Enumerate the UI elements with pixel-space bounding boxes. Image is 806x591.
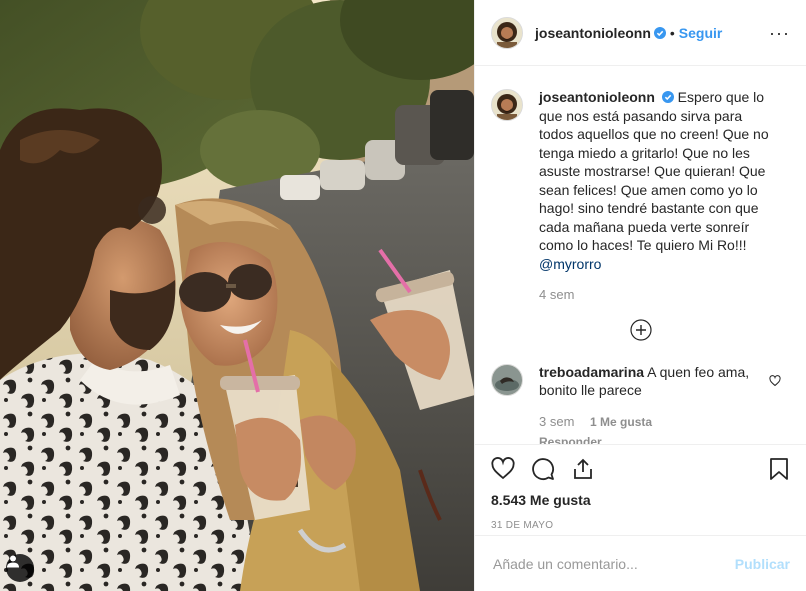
- post-actions: 8.543 Me gusta 31 DE MAYO: [475, 444, 806, 531]
- share-button[interactable]: [571, 457, 595, 481]
- publish-button[interactable]: Publicar: [735, 556, 790, 572]
- caption: joseantonioleonn Espero que lo que nos e…: [491, 88, 790, 305]
- caption-time[interactable]: 4 sem: [539, 286, 779, 305]
- post-date[interactable]: 31 DE MAYO: [491, 520, 790, 531]
- heart-icon: [491, 457, 515, 480]
- post-photo[interactable]: [0, 0, 474, 591]
- comment-meta: 3 sem 1 Me gusta: [539, 413, 779, 432]
- comment-like-heart-icon[interactable]: [769, 375, 781, 387]
- profile-avatar-icon: [492, 364, 522, 395]
- post-panel: joseantonioleonn • Seguir ··· joseantoni…: [474, 0, 806, 591]
- user-icon: [7, 555, 19, 568]
- add-comment-bar: Publicar: [475, 535, 806, 591]
- save-button[interactable]: [768, 457, 790, 481]
- author-avatar[interactable]: [491, 16, 523, 49]
- bookmark-icon: [770, 458, 788, 480]
- caption-avatar[interactable]: [491, 89, 523, 121]
- verified-badge-icon: [653, 26, 666, 39]
- instagram-post: joseantonioleonn • Seguir ··· joseantoni…: [0, 0, 806, 591]
- comment-bubble-icon: [532, 458, 554, 480]
- comment-body: treboadamarina A quen feo ama, bonito ll…: [539, 363, 779, 445]
- load-more-comments[interactable]: [491, 318, 790, 341]
- author-username[interactable]: joseantonioleonn: [535, 25, 651, 41]
- caption-username[interactable]: joseantonioleonn: [539, 89, 655, 105]
- comment-item: treboadamarina A quen feo ama, bonito ll…: [491, 363, 790, 445]
- header-separator: •: [669, 24, 675, 41]
- share-icon: [574, 458, 592, 479]
- comments-list[interactable]: joseantonioleonn Espero que lo que nos e…: [475, 66, 806, 444]
- post-header: joseantonioleonn • Seguir ···: [475, 0, 806, 66]
- more-options-button[interactable]: ···: [769, 24, 790, 42]
- action-icons: [491, 445, 790, 493]
- reply-button[interactable]: Responder: [539, 433, 779, 444]
- caption-body: joseantonioleonn Espero que lo que nos e…: [539, 88, 779, 305]
- tagged-user-button[interactable]: [6, 554, 34, 582]
- comment-input[interactable]: [491, 554, 735, 573]
- commenter-username[interactable]: treboadamarina: [539, 364, 644, 380]
- verified-badge-icon: [661, 91, 674, 103]
- like-button[interactable]: [491, 457, 515, 481]
- plus-circle-icon: [629, 318, 652, 341]
- commenter-avatar[interactable]: [491, 363, 523, 396]
- caption-mention[interactable]: @myrorro: [539, 256, 601, 272]
- follow-button[interactable]: Seguir: [679, 25, 723, 41]
- likes-count[interactable]: 8.543 Me gusta: [491, 492, 790, 508]
- comment-likes[interactable]: 1 Me gusta: [590, 415, 652, 429]
- comment-time[interactable]: 3 sem: [539, 414, 574, 429]
- caption-text: Espero que lo que nos está pasando sirva…: [539, 89, 769, 253]
- comment-button[interactable]: [531, 457, 555, 481]
- photo-illustration: [0, 0, 474, 591]
- profile-avatar-icon: [492, 90, 522, 120]
- profile-avatar-icon: [492, 17, 522, 48]
